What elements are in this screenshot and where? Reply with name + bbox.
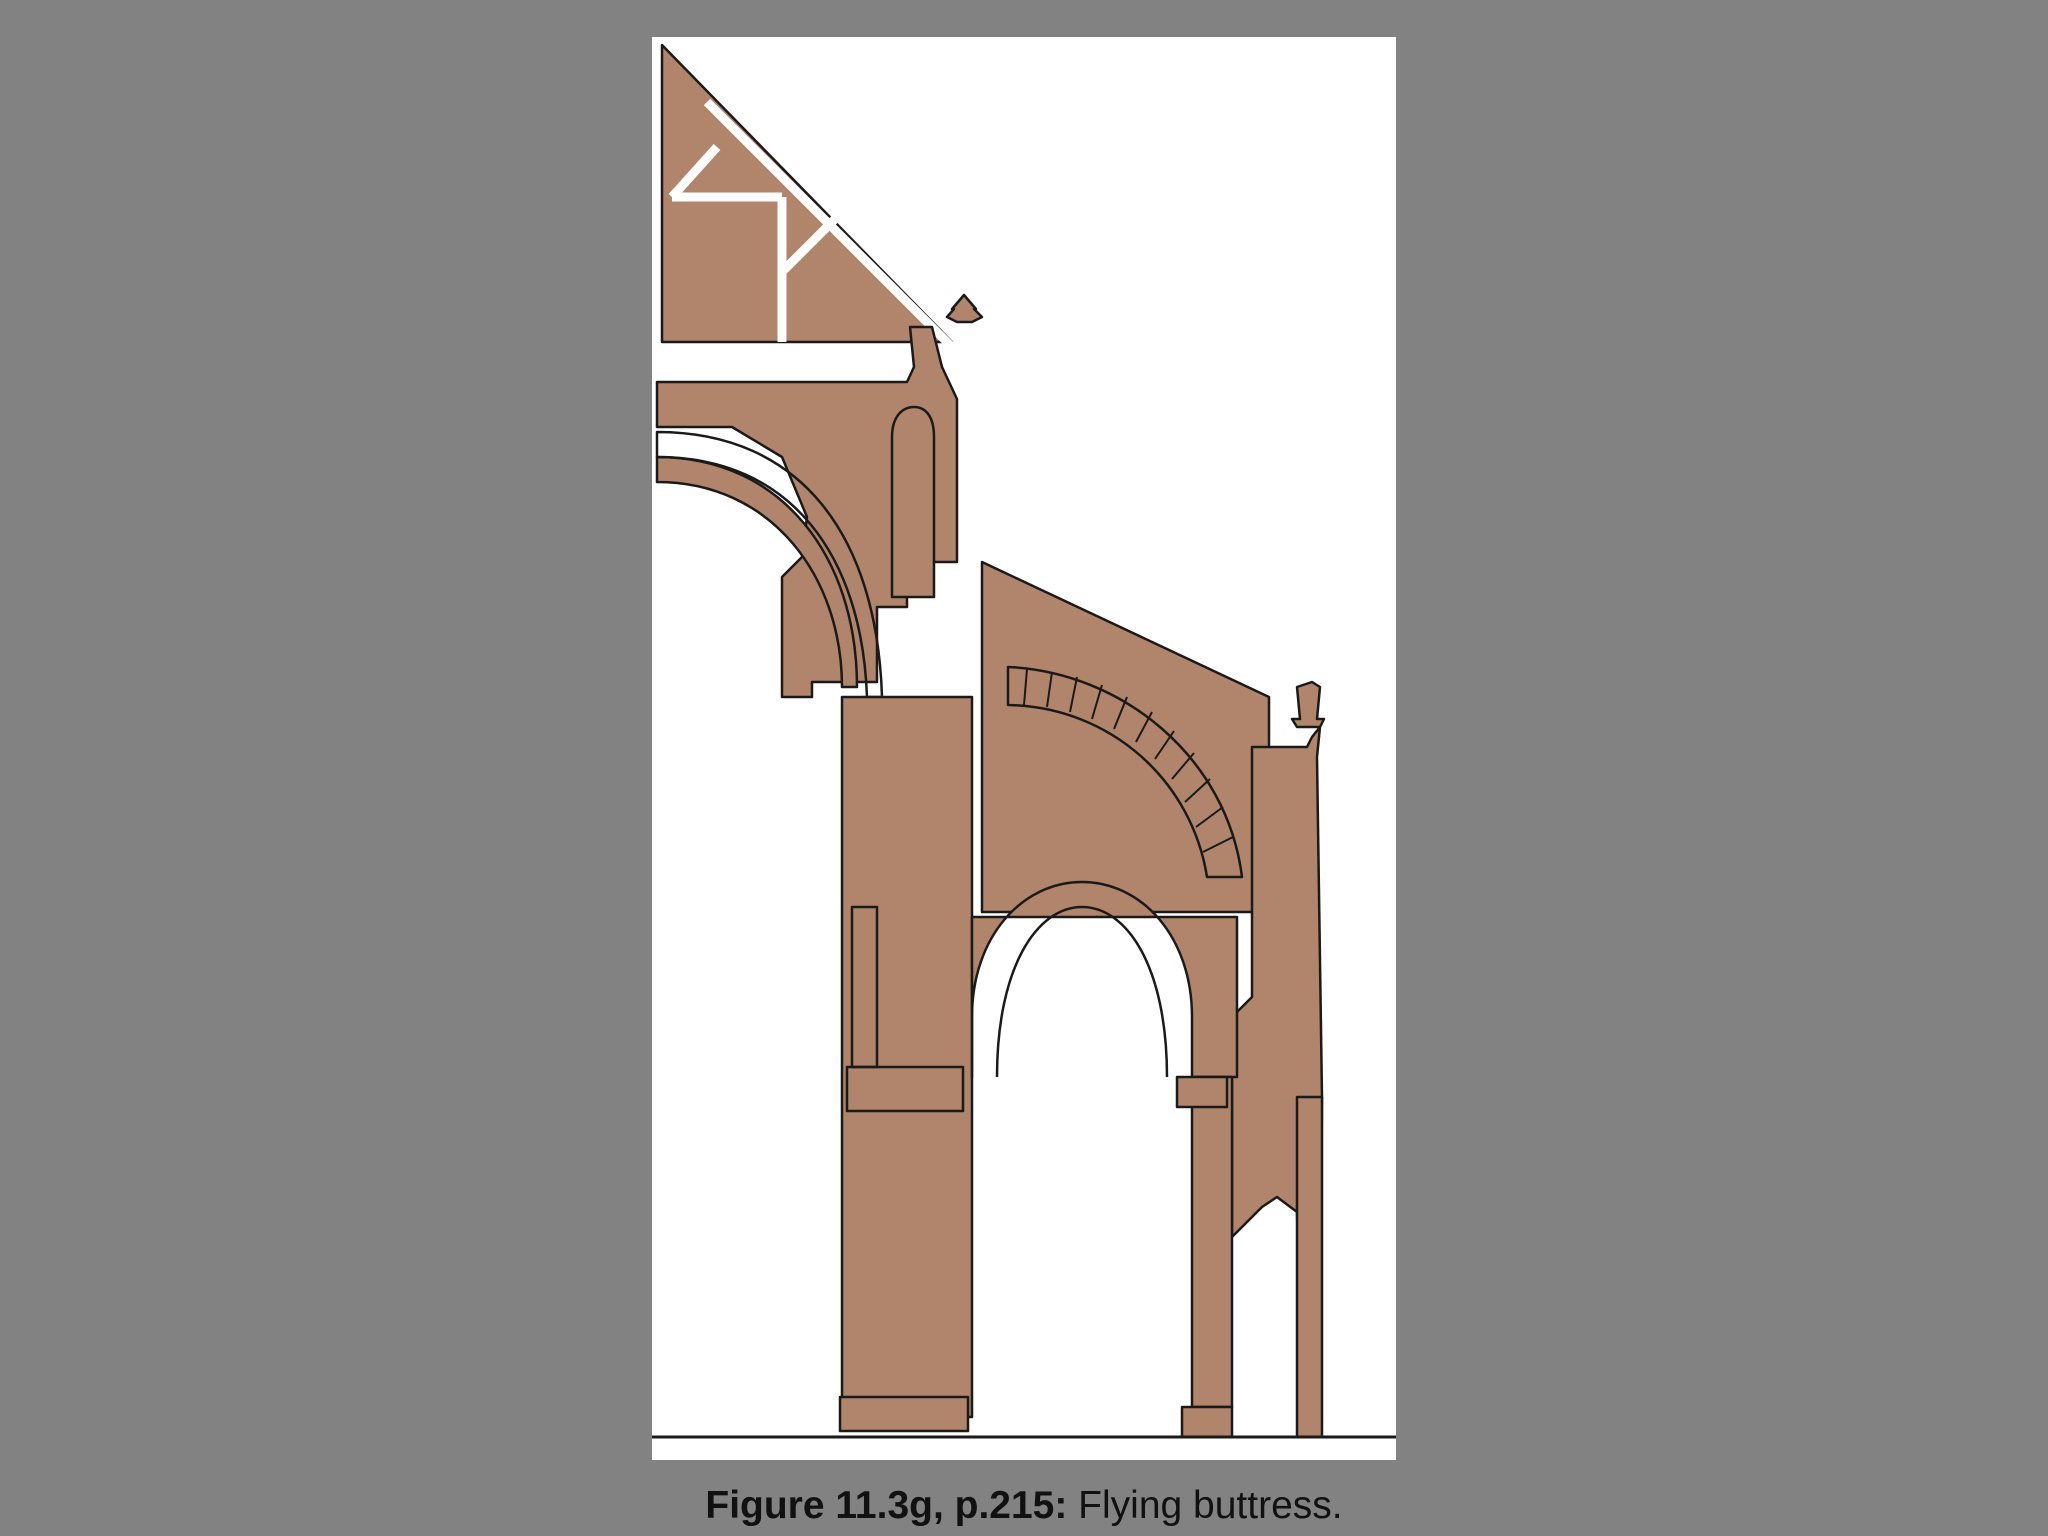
figure-panel xyxy=(652,37,1396,1460)
aisle-column xyxy=(1190,1075,1234,1409)
main-pier xyxy=(840,695,974,1419)
flying-buttress-drawing xyxy=(652,43,1396,1439)
upper-pinnacle xyxy=(945,293,984,324)
caption-reference: Figure 11.3g, p.215: xyxy=(705,1484,1068,1527)
caption-text: Flying buttress. xyxy=(1067,1484,1343,1527)
outer-pinnacle xyxy=(1290,680,1326,729)
figure-caption: Figure 11.3g, p.215: Flying buttress. xyxy=(0,1476,2048,1536)
